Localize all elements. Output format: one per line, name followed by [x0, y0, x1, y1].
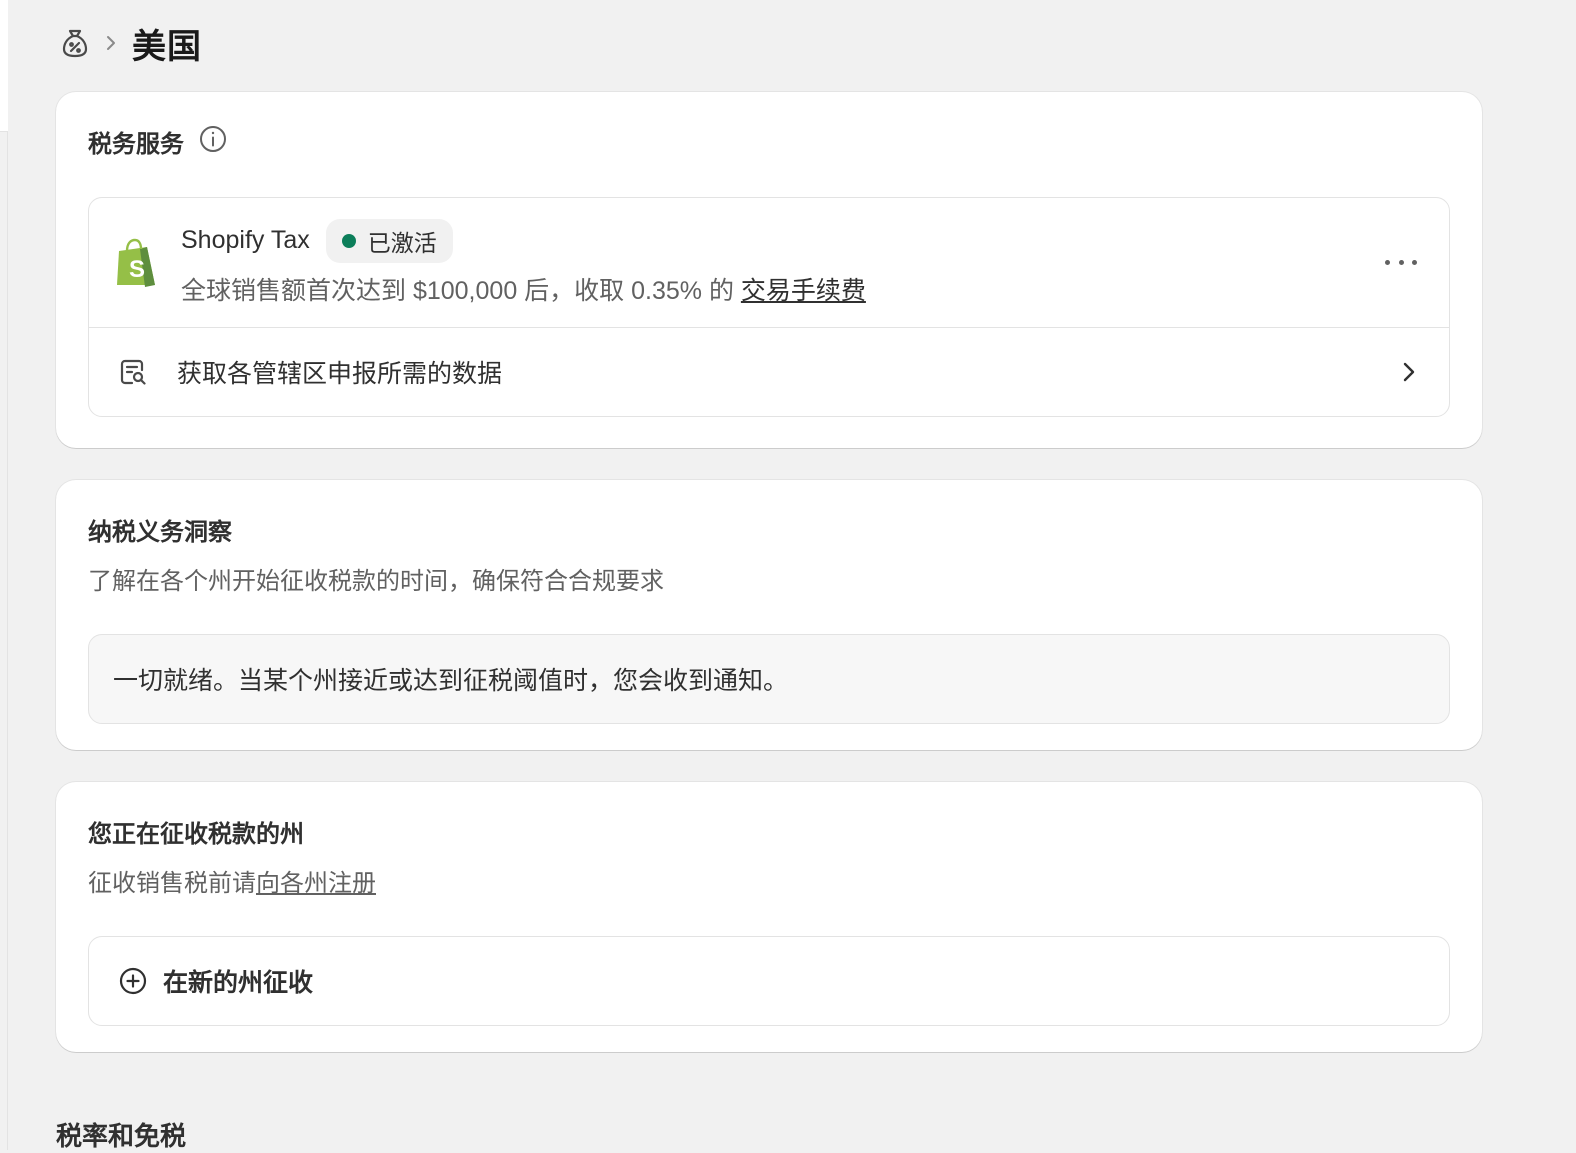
more-dot: [1385, 260, 1390, 265]
tax-service-list: S Shopify Tax 已激活 全球销售额首次达到 $100,000 后，收…: [88, 197, 1450, 417]
tax-service-title: 税务服务: [88, 131, 184, 158]
rates-section-title: 税率和免税: [56, 1121, 187, 1151]
more-horizontal-icon[interactable]: [1381, 251, 1421, 275]
more-dot: [1398, 260, 1404, 265]
tax-provider-row: S Shopify Tax 已激活 全球销售额首次达到 $100,000 后，收…: [89, 198, 1449, 328]
tax-provider-text: Shopify Tax 已激活 全球销售额首次达到 $100,000 后，收取 …: [181, 218, 1381, 307]
left-rail: [0, 0, 8, 1150]
collecting-states-subtitle: 征收销售税前请向各州注册: [88, 863, 1450, 898]
tax-insights-banner: 一切就绪。当某个州接近或达到征税阈值时，您会收到通知。: [88, 634, 1450, 724]
tax-provider-line1: Shopify Tax 已激活: [181, 218, 1381, 263]
tax-insights-subtitle: 了解在各个州开始征收税款的时间，确保符合合规要求: [88, 568, 664, 595]
status-dot: [341, 233, 356, 248]
report-data-label: 获取各管辖区申报所需的数据: [177, 360, 503, 388]
add-state-label: 在新的州征收: [163, 969, 314, 997]
chevron-right-icon: [102, 34, 120, 52]
chevron-right-icon: [1397, 360, 1421, 384]
status-badge: 已激活: [325, 218, 453, 263]
tax-provider-name: Shopify Tax: [181, 226, 310, 254]
report-data-link[interactable]: 获取各管辖区申报所需的数据: [89, 328, 1449, 416]
left-rail-notch: [0, 0, 8, 132]
tax-service-card: 税务服务 S Shopify Tax 已激活 全球销售额首次达到 $100,00…: [56, 92, 1482, 448]
more-dot: [1412, 260, 1417, 265]
svg-text:S: S: [129, 256, 145, 283]
plus-circle-icon: [117, 965, 149, 997]
add-state-button[interactable]: 在新的州征收: [88, 936, 1450, 1026]
report-search-icon: [117, 356, 149, 388]
shopify-bag-icon: S: [113, 237, 159, 289]
register-states-link[interactable]: 向各州注册: [256, 870, 376, 897]
breadcrumb: 美国: [56, 0, 1482, 86]
tax-provider-description: 全球销售额首次达到 $100,000 后，收取 0.35% 的 交易手续费: [181, 271, 1381, 307]
tax-insights-card: 纳税义务洞察 了解在各个州开始征收税款的时间，确保符合合规要求 一切就绪。当某个…: [56, 480, 1482, 750]
collecting-states-card: 您正在征收税款的州 征收销售税前请向各州注册 在新的州征收: [56, 782, 1482, 1052]
tax-service-header: 税务服务: [88, 124, 1450, 159]
tax-fee-text: 全球销售额首次达到 $100,000 后，收取 0.35% 的: [181, 276, 741, 305]
page-title: 美国: [132, 27, 202, 66]
tax-insights-title: 纳税义务洞察: [88, 519, 232, 546]
tax-bag-icon[interactable]: [60, 28, 90, 58]
page: 美国 税务服务 S Shopify Tax 已激活 全球销售额首次达到 $100…: [56, 0, 1482, 1151]
transaction-fee-link[interactable]: 交易手续费: [741, 277, 866, 305]
collecting-states-subtitle-text: 征收销售税前请: [88, 870, 256, 897]
status-badge-label: 已激活: [367, 229, 437, 256]
info-icon[interactable]: [198, 124, 228, 159]
collecting-states-title: 您正在征收税款的州: [88, 821, 304, 848]
